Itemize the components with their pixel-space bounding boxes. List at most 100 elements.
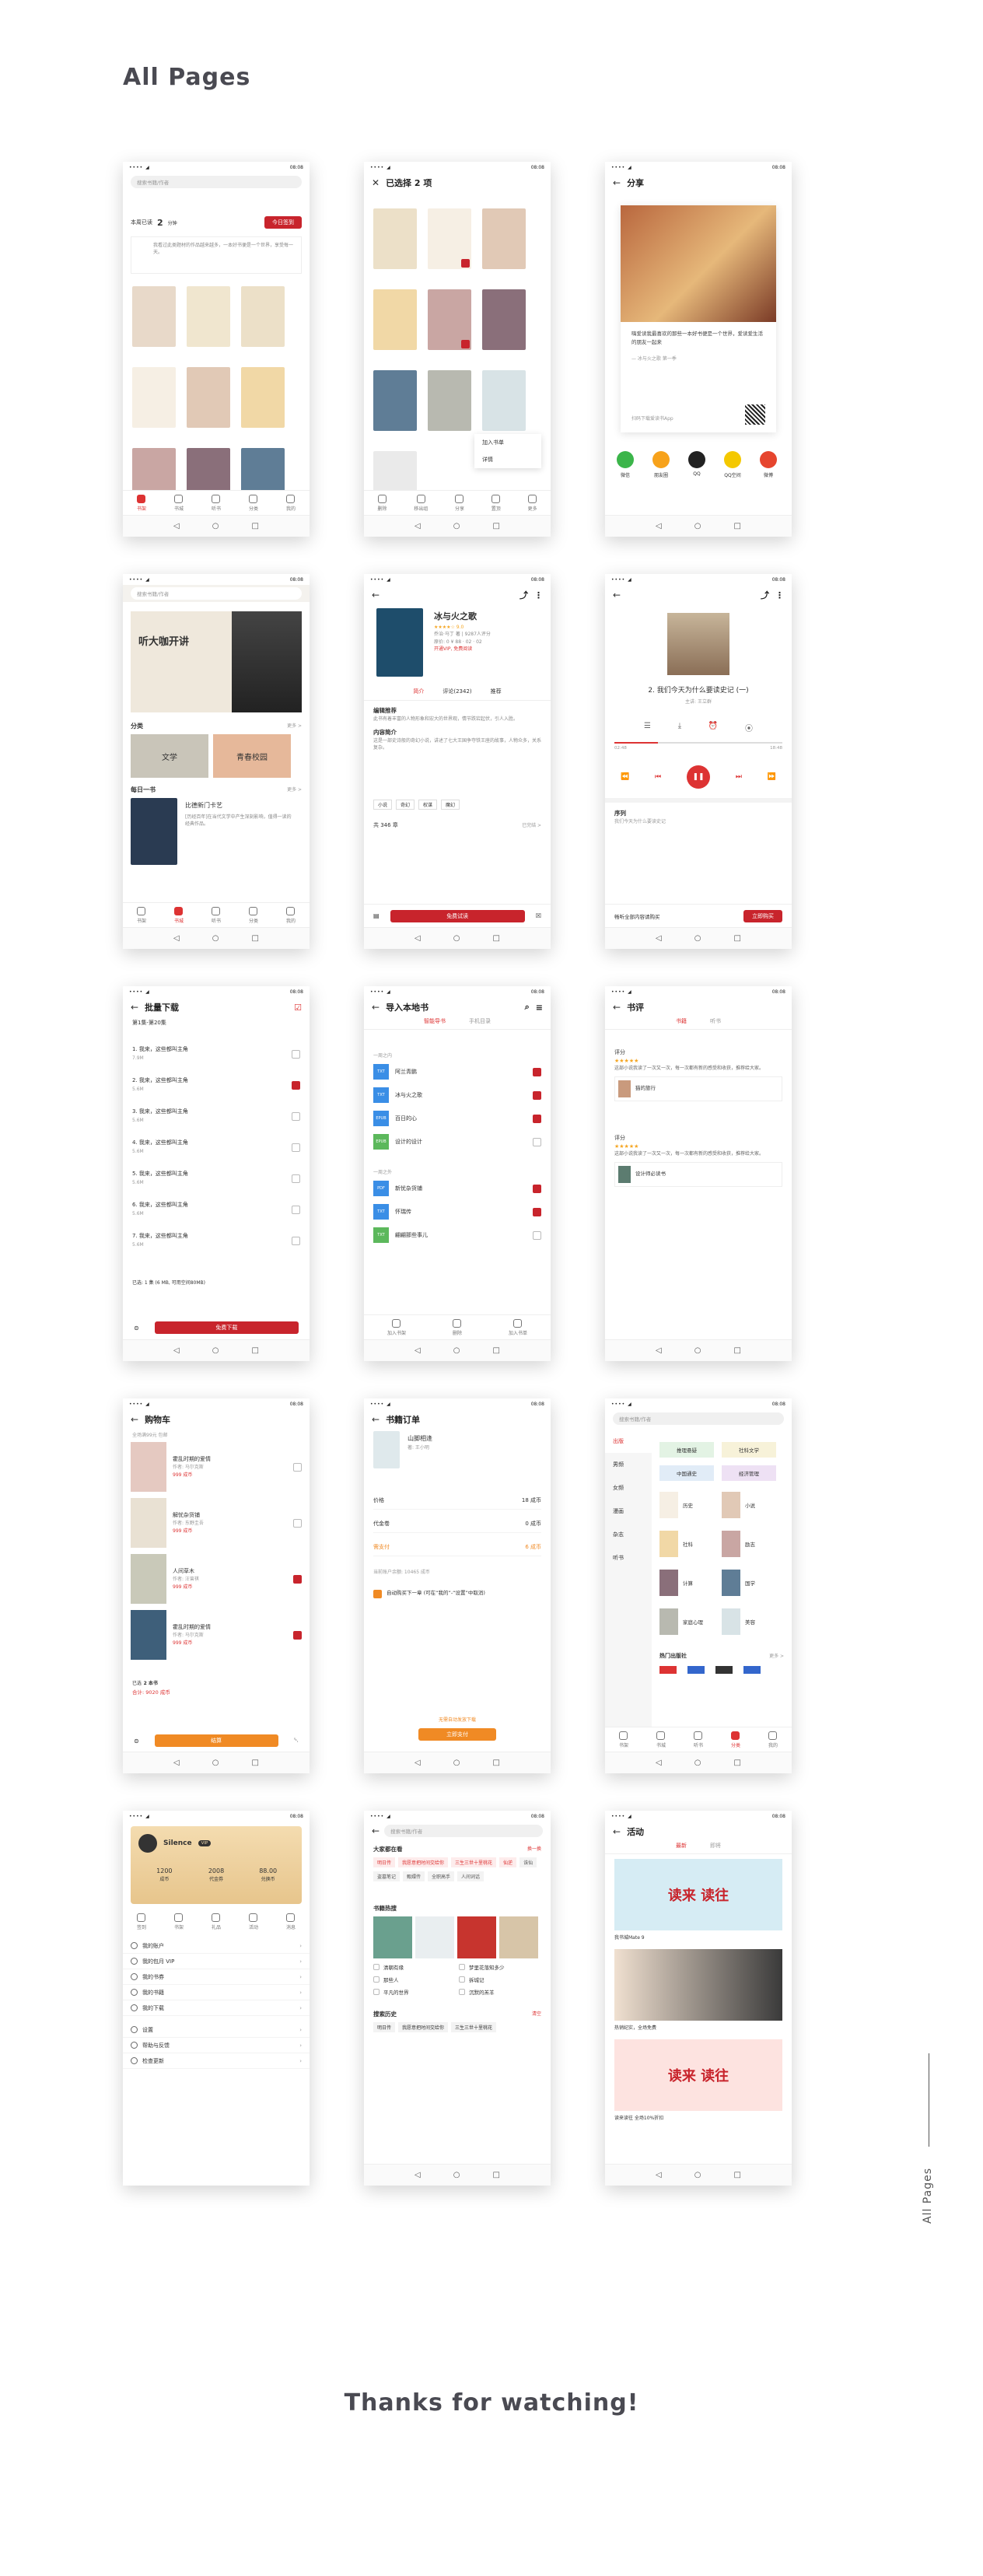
tag[interactable]: 权谋 <box>418 800 438 810</box>
file-row[interactable]: PDF 新忧杂货铺 <box>373 1181 541 1196</box>
home-nav-icon[interactable]: ○ <box>212 934 219 943</box>
file-row[interactable]: EPUB 百日的心 <box>373 1111 541 1126</box>
shortcut[interactable]: 签到 <box>137 1913 146 1930</box>
home-nav-icon[interactable]: ○ <box>694 2171 701 2179</box>
storage-icon[interactable]: ⊜ <box>134 1325 139 1332</box>
book-cover[interactable] <box>131 798 177 865</box>
cart-checkbox[interactable] <box>293 1630 302 1640</box>
share-target[interactable]: 朋友圈 <box>649 451 673 478</box>
shortcut[interactable]: 礼品 <box>212 1913 221 1930</box>
recent-nav-icon[interactable]: □ <box>733 1346 740 1355</box>
side-category[interactable]: 听书 <box>605 1546 652 1570</box>
hot-tag[interactable]: 盗墓笔记 <box>373 1871 401 1881</box>
recent-nav-icon[interactable]: □ <box>492 2171 499 2179</box>
home-nav-icon[interactable]: ○ <box>453 934 460 943</box>
download-icon[interactable]: ⤓ <box>678 722 681 733</box>
import-action[interactable]: 加入书单 <box>509 1318 527 1336</box>
back-nav-icon[interactable]: ◁ <box>173 934 180 943</box>
share-icon[interactable]: ⤴ <box>519 589 528 601</box>
action-item[interactable]: 删除 <box>377 494 387 512</box>
tab-1[interactable]: 书城 <box>656 1731 666 1748</box>
cart-item[interactable]: 解忧杂货铺 作者: 东野圭吾 999 成币 <box>131 1498 302 1548</box>
tab-detail[interactable]: 推荐 <box>491 688 502 695</box>
select-all-icon[interactable]: ☑ <box>294 1003 302 1013</box>
rank-item[interactable]: 平凡的世界 <box>373 1988 409 1996</box>
menu-row[interactable]: 我的账户 › <box>123 1938 310 1954</box>
home-nav-icon[interactable]: ○ <box>694 934 701 943</box>
cart-icon[interactable]: ☒ <box>536 912 541 919</box>
prev-icon[interactable]: ⏮ <box>655 773 661 781</box>
back-nav-icon[interactable]: ◁ <box>173 522 180 530</box>
home-nav-icon[interactable]: ○ <box>212 1759 219 1767</box>
shortcut[interactable]: 消息 <box>286 1913 296 1930</box>
episode-item[interactable]: 2. 我来，这些都叫主角 5.6M <box>132 1076 300 1094</box>
book-cover[interactable] <box>241 367 285 428</box>
menu-row[interactable]: 设置 › <box>123 2022 310 2038</box>
tag[interactable]: 魔幻 <box>441 800 460 810</box>
file-checkbox[interactable] <box>533 1137 541 1146</box>
tab-detail[interactable]: 简介 <box>413 688 424 695</box>
share-target[interactable]: QQ空间 <box>720 451 745 478</box>
stat[interactable]: 2008 代金券 <box>191 1867 243 1883</box>
timer-icon[interactable]: ⏰ <box>708 722 718 733</box>
category-card[interactable]: 青春校园 <box>213 734 291 778</box>
file-checkbox[interactable] <box>533 1230 541 1240</box>
side-category[interactable]: 漫画 <box>605 1500 652 1523</box>
rank-cover[interactable] <box>499 1916 538 1958</box>
auto-buy-checkbox[interactable] <box>373 1590 382 1598</box>
hot-tag[interactable]: 明日传 <box>373 1857 396 1867</box>
category-item[interactable]: 励志 <box>722 1531 755 1557</box>
back-nav-icon[interactable]: ◁ <box>656 522 662 530</box>
speed-icon[interactable]: ⦿ <box>745 722 753 733</box>
recent-nav-icon[interactable]: □ <box>251 1346 258 1355</box>
recent-nav-icon[interactable]: □ <box>251 1759 258 1767</box>
back-arrow-icon[interactable]: ← <box>613 1002 621 1013</box>
recent-nav-icon[interactable]: □ <box>733 1759 740 1767</box>
cart-icon[interactable]: ⊜ <box>134 1738 139 1745</box>
back-nav-icon[interactable]: ◁ <box>656 934 662 943</box>
back-nav-icon[interactable]: ◁ <box>415 1759 421 1767</box>
side-category[interactable]: 杂志 <box>605 1523 652 1546</box>
recent-nav-icon[interactable]: □ <box>251 934 258 943</box>
episode-checkbox[interactable] <box>292 1174 300 1183</box>
file-row[interactable]: TXT 冰与火之歌 <box>373 1087 541 1103</box>
book-cover[interactable] <box>376 608 423 677</box>
bookmark-icon[interactable]: ▤ <box>373 912 380 919</box>
cart-item[interactable]: 霍乱时期的爱情 作者: 马尔克斯 999 成币 <box>131 1442 302 1492</box>
action-item[interactable]: 置顶 <box>492 494 501 512</box>
category-card[interactable]: 文学 <box>131 734 208 778</box>
stat[interactable]: 1200 成币 <box>138 1867 191 1883</box>
more-icon[interactable]: ⋮ <box>534 590 543 600</box>
back-arrow-icon[interactable]: ← <box>372 1002 380 1013</box>
back-arrow-icon[interactable]: ← <box>372 1414 380 1425</box>
file-row[interactable]: TXT 怀瑞传 <box>373 1204 541 1220</box>
action-item[interactable]: 分享 <box>455 494 464 512</box>
category-item[interactable]: 美容 <box>722 1608 755 1635</box>
category-tag[interactable]: 推理悬疑 <box>659 1442 714 1458</box>
share-target[interactable]: QQ <box>684 451 709 478</box>
hot-tag[interactable]: 甄嬛传 <box>403 1871 425 1881</box>
tab-3[interactable]: 分类 <box>249 494 258 512</box>
playlist-icon[interactable]: ☰ <box>644 722 651 733</box>
episode-item[interactable]: 4. 我来，这些都叫主角 5.6M <box>132 1139 300 1156</box>
rank-item[interactable]: 梦里花落知多少 <box>459 1963 505 1971</box>
episode-group[interactable]: 第1集-第20集 <box>132 1019 166 1027</box>
rank-cover[interactable] <box>415 1916 454 1958</box>
back-nav-icon[interactable]: ◁ <box>173 1346 180 1355</box>
category-item[interactable]: 社科 <box>659 1531 693 1557</box>
publisher-logo[interactable] <box>687 1666 705 1674</box>
file-checkbox[interactable] <box>533 1184 541 1193</box>
home-nav-icon[interactable]: ○ <box>453 1759 460 1767</box>
menu-item[interactable]: 详情 <box>474 451 541 468</box>
hot-tag[interactable]: 全职高手 <box>428 1871 455 1881</box>
chapter-row[interactable]: 共 346 章 已完结 > <box>373 821 541 829</box>
book-cover[interactable] <box>428 289 471 350</box>
back-arrow-icon[interactable]: ← <box>372 590 380 600</box>
back-nav-icon[interactable]: ◁ <box>415 934 421 943</box>
episode-item[interactable]: 5. 我来，这些都叫主角 5.6M <box>132 1170 300 1187</box>
tab-4[interactable]: 我的 <box>286 494 296 512</box>
activity-banner[interactable]: 读来 读往 <box>614 1859 782 1930</box>
checkin-button[interactable]: 今日签到 <box>264 216 302 229</box>
episode-checkbox[interactable] <box>292 1236 300 1245</box>
publisher-logo[interactable] <box>715 1666 733 1674</box>
